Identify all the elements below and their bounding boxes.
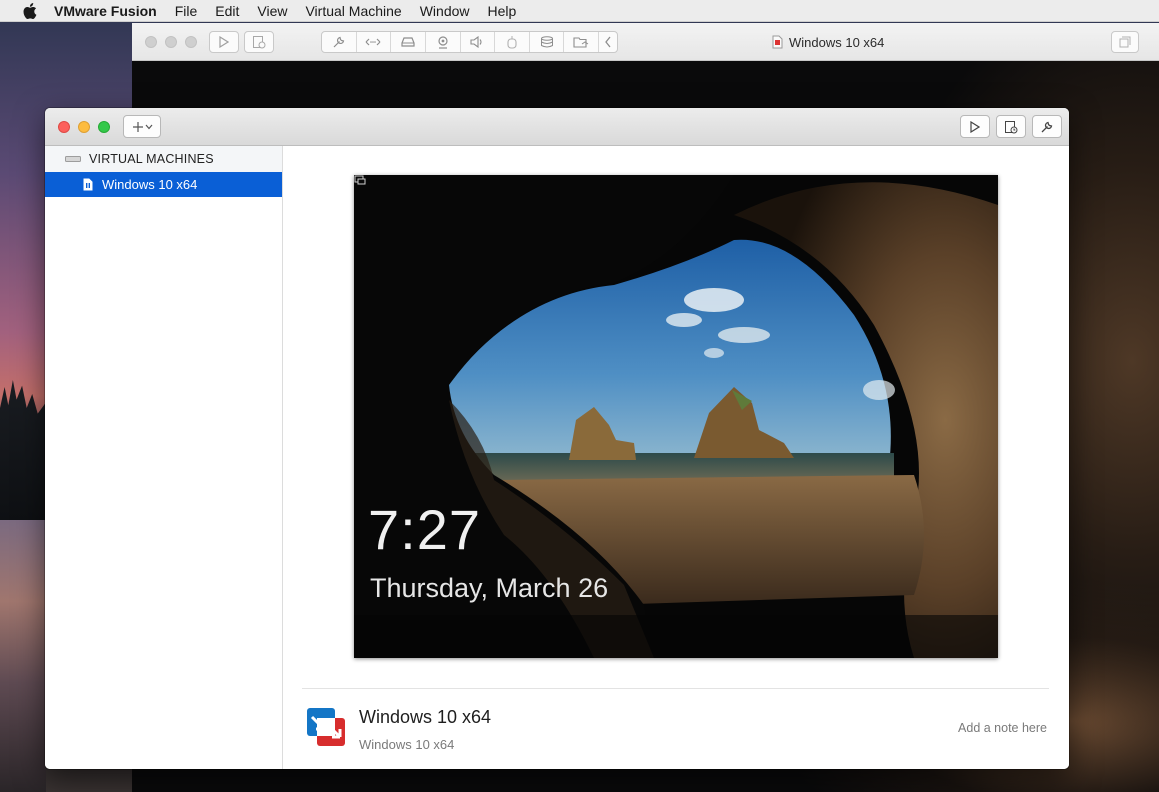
vm-window-titlebar: Windows 10 x64: [132, 23, 1159, 61]
drive-stack-icon: [65, 156, 81, 162]
close-button-inactive[interactable]: [145, 36, 157, 48]
lockscreen-time: 7:27: [368, 498, 481, 561]
vm-os: Windows 10 x64: [359, 737, 455, 752]
vm-window-title: Windows 10 x64: [772, 23, 884, 61]
menu-virtual-machine[interactable]: Virtual Machine: [296, 0, 410, 22]
library-window: VIRTUAL MACHINES Windows 10 x64 7:27 Thu…: [45, 108, 1069, 769]
add-vm-button[interactable]: [123, 115, 161, 138]
menu-app-name[interactable]: VMware Fusion: [54, 0, 166, 22]
menu-window[interactable]: Window: [411, 0, 479, 22]
network-status-icon: [354, 175, 366, 185]
snapshot-icon: [1005, 120, 1018, 133]
start-vm-button[interactable]: [960, 115, 990, 138]
network-icon[interactable]: [357, 32, 392, 52]
device-toolbar: [321, 31, 618, 53]
minimize-button[interactable]: [78, 121, 90, 133]
usb-icon[interactable]: [495, 32, 530, 52]
apple-icon[interactable]: [20, 2, 40, 19]
vm-window-title-text: Windows 10 x64: [789, 34, 885, 50]
maximize-button[interactable]: [98, 121, 110, 133]
library-titlebar: [45, 108, 1069, 146]
sidebar-item-label: Windows 10 x64: [102, 177, 198, 192]
menubar: VMware Fusion File Edit View Virtual Mac…: [0, 0, 1159, 22]
sound-icon[interactable]: [461, 32, 496, 52]
desktop-lake: [0, 520, 46, 792]
vm-detail-pane: 7:27 Thursday, March 26 Windows 10 x64 W…: [283, 146, 1069, 769]
vm-name: Windows 10 x64: [359, 707, 492, 727]
menu-edit[interactable]: Edit: [206, 0, 248, 22]
vm-file-icon: [83, 178, 93, 191]
settings-button[interactable]: [1032, 115, 1062, 138]
fullscreen-icon: [1119, 36, 1131, 48]
lockscreen-date: Thursday, March 26: [370, 573, 609, 603]
snapshots-button[interactable]: [996, 115, 1026, 138]
drive-icon[interactable]: [530, 32, 565, 52]
settings-wrench-icon[interactable]: [322, 32, 357, 52]
menu-help[interactable]: Help: [479, 0, 526, 22]
sidebar: VIRTUAL MACHINES Windows 10 x64: [45, 146, 283, 769]
play-icon: [219, 36, 229, 48]
vmware-fusion-logo-icon: [307, 708, 345, 746]
add-note-field[interactable]: Add a note here: [958, 721, 1047, 735]
snapshot-icon: [253, 36, 266, 49]
sidebar-section-header: VIRTUAL MACHINES: [45, 146, 282, 172]
camera-icon[interactable]: [426, 32, 461, 52]
play-button[interactable]: [209, 31, 239, 53]
menu-view[interactable]: View: [248, 0, 296, 22]
vm-preview-thumbnail[interactable]: 7:27 Thursday, March 26: [354, 175, 998, 658]
minimize-button-inactive[interactable]: [165, 36, 177, 48]
hard-disk-icon[interactable]: [391, 32, 426, 52]
desktop-trees: [0, 380, 46, 520]
wrench-icon: [1041, 121, 1053, 132]
divider: [302, 688, 1049, 689]
sidebar-header-label: VIRTUAL MACHINES: [89, 152, 214, 166]
snapshot-button[interactable]: [244, 31, 274, 53]
chevron-left-icon[interactable]: [599, 32, 617, 52]
sidebar-item-windows-10[interactable]: Windows 10 x64: [45, 172, 282, 197]
chevron-down-icon: [145, 124, 152, 129]
plus-icon: [132, 121, 143, 132]
play-icon: [970, 120, 980, 133]
shared-folders-icon[interactable]: [564, 32, 599, 52]
vm-document-icon: [772, 35, 783, 49]
fullscreen-button[interactable]: [1111, 31, 1139, 53]
maximize-button-inactive[interactable]: [185, 36, 197, 48]
close-button[interactable]: [58, 121, 70, 133]
menu-file[interactable]: File: [166, 0, 207, 22]
